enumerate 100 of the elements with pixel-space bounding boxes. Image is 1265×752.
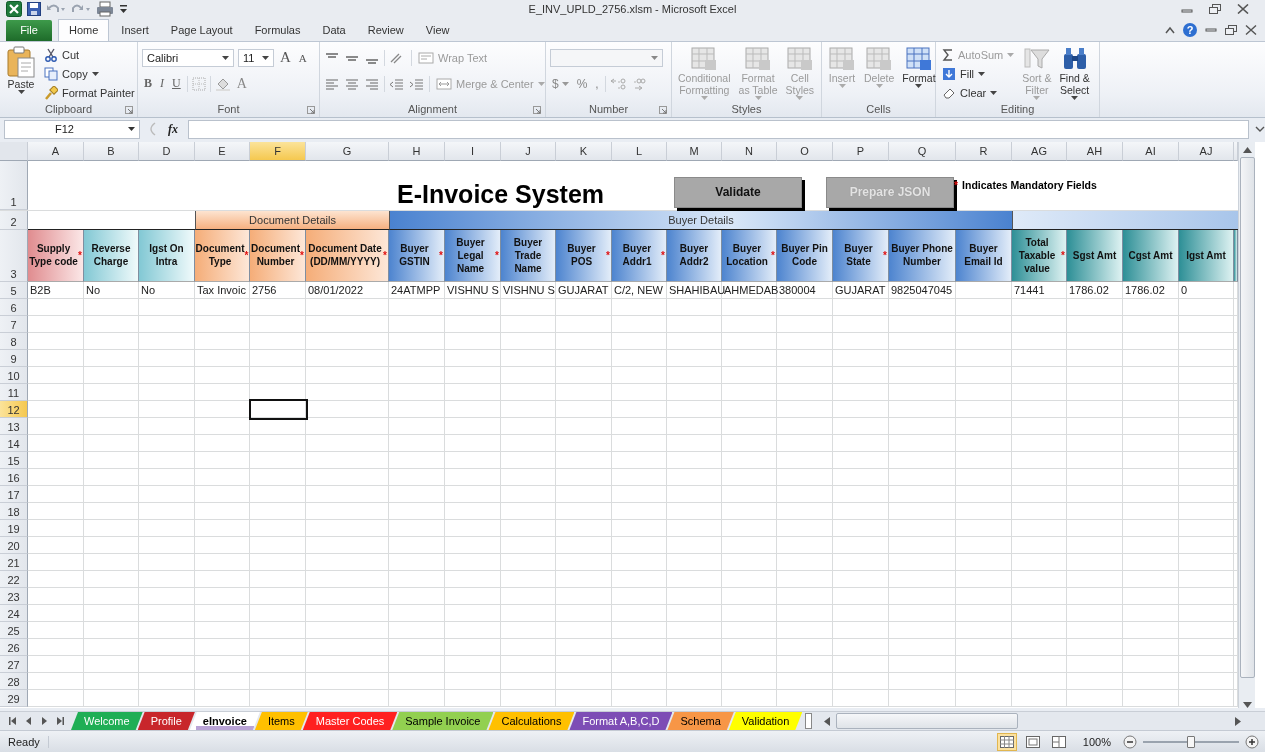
grow-font-button[interactable]: A [278,49,293,67]
fill-color-icon[interactable] [214,76,231,91]
column-header[interactable]: AJ [1179,141,1234,161]
column-header[interactable]: Q [889,141,956,161]
ribbon-tab[interactable]: View [415,19,460,41]
dialog-launcher-icon[interactable] [533,105,541,114]
sheet-tab[interactable]: Items [254,712,308,731]
column-header[interactable]: A [28,141,84,161]
column-header[interactable]: L [612,141,667,161]
file-tab[interactable]: File [6,19,52,41]
scroll-down-icon[interactable] [1242,701,1252,708]
column-header[interactable]: AH [1067,141,1123,161]
font-name-dropdown[interactable]: Calibri [142,48,234,67]
close-icon[interactable] [1245,25,1257,36]
selected-cell[interactable] [249,398,308,420]
column-header[interactable]: K [556,141,612,161]
formula-input[interactable] [188,119,1249,139]
column-header[interactable]: E [195,141,250,161]
sheet-tab[interactable]: Format A,B,C,D [569,712,673,731]
column-header[interactable]: O [777,141,833,161]
decrease-indent-icon[interactable] [389,77,405,90]
column-header[interactable]: AI [1123,141,1179,161]
fill-down-icon [942,66,956,81]
column-header[interactable]: R [956,141,1012,161]
select-all-corner[interactable] [0,141,28,161]
validate-button[interactable]: Validate [674,176,802,208]
normal-view-button[interactable] [996,732,1017,751]
name-box[interactable]: F12 [4,119,140,139]
expand-caret-icon[interactable] [1255,125,1265,134]
column-header[interactable]: AG [1012,141,1067,161]
ribbon-tab[interactable]: Page Layout [160,19,243,41]
scrollbar-thumb[interactable] [836,713,1019,730]
italic-button[interactable]: I [158,76,166,92]
column-header[interactable]: P [833,141,889,161]
sheet-tab[interactable]: Validation [728,712,803,731]
table-cell-text: Tax Invoic [196,282,247,298]
ribbon-tab[interactable]: Data [312,19,356,41]
sheet-tab[interactable]: Schema [667,712,734,731]
format-painter-button[interactable]: Format Painter [42,83,137,102]
previous-sheet-icon[interactable] [25,717,33,726]
sheet-tab[interactable]: eInvoice [189,712,260,731]
row-header[interactable]: 1 [0,160,28,210]
scroll-left-icon[interactable] [824,716,831,726]
column-header[interactable]: H [389,141,445,161]
font-size-dropdown[interactable]: 11 [238,48,274,67]
insert-function-button[interactable]: fx [164,121,182,137]
save-icon[interactable] [27,2,41,17]
sheet-tab[interactable]: Profile [137,712,195,731]
sheet-tab[interactable]: Calculations [488,712,575,731]
next-sheet-icon[interactable] [40,717,48,726]
zoom-in-icon[interactable] [1245,734,1259,749]
sheet-tab[interactable]: Master Codes [302,712,398,731]
slider-thumb[interactable] [1187,735,1195,748]
ribbon-tab[interactable]: Formulas [244,19,311,41]
paste-button[interactable]: Paste [4,43,38,94]
fill-button[interactable]: Fill [940,64,1017,83]
column-header[interactable]: J [501,141,556,161]
clear-button[interactable]: Clear [940,83,1017,102]
increase-indent-icon[interactable] [409,77,425,90]
tab-split-handle[interactable] [805,713,813,730]
excel-logo-icon[interactable] [6,1,22,18]
column-header[interactable]: I [445,141,501,161]
dialog-launcher-icon[interactable] [659,105,667,114]
help-button[interactable]: ? [1183,23,1197,38]
column-header[interactable]: F [250,141,306,161]
dialog-launcher-icon[interactable] [307,105,315,114]
last-sheet-icon[interactable] [55,717,65,726]
dialog-launcher-icon[interactable] [125,105,133,114]
column-heading: Buyer Addr2 [667,229,722,282]
align-center-icon[interactable] [344,77,360,90]
print-icon[interactable] [96,1,114,18]
copy-button[interactable]: Copy [42,64,137,83]
column-header[interactable]: N [722,141,777,161]
scroll-right-icon[interactable] [1235,716,1241,726]
align-right-icon[interactable] [364,77,380,90]
scroll-up-icon[interactable] [1242,146,1252,153]
underline-button[interactable]: U [170,76,183,92]
find-select-button[interactable]: Find & Select [1057,43,1092,100]
align-left-icon[interactable] [324,77,340,90]
column-header[interactable]: M [667,141,722,161]
ribbon-tab[interactable]: Review [357,19,414,41]
first-sheet-icon[interactable] [8,717,18,726]
shrink-font-button[interactable]: A [296,51,309,64]
collapse-ribbon-icon[interactable] [1165,26,1175,35]
row-header[interactable]: 3 [0,229,28,282]
ribbon-button[interactable]: Format [900,43,938,88]
customize-caret-icon[interactable] [119,4,128,15]
column-header[interactable]: B [84,141,139,161]
cut-button[interactable]: Cut [42,45,137,64]
close-icon[interactable] [1237,4,1249,15]
column-header[interactable]: D [139,141,195,161]
sheet-tab[interactable]: Sample Invoice [392,712,494,731]
zoom-out-icon[interactable] [1123,734,1137,749]
ribbon-tab[interactable]: Home [58,18,110,41]
column-header[interactable]: G [306,141,389,161]
bold-button[interactable]: B [142,76,154,92]
ribbon-tab[interactable]: Insert [111,19,159,41]
restore-icon[interactable] [1209,4,1221,15]
zoom-level[interactable]: 100% [1082,735,1111,748]
restore-icon[interactable] [1225,25,1237,36]
